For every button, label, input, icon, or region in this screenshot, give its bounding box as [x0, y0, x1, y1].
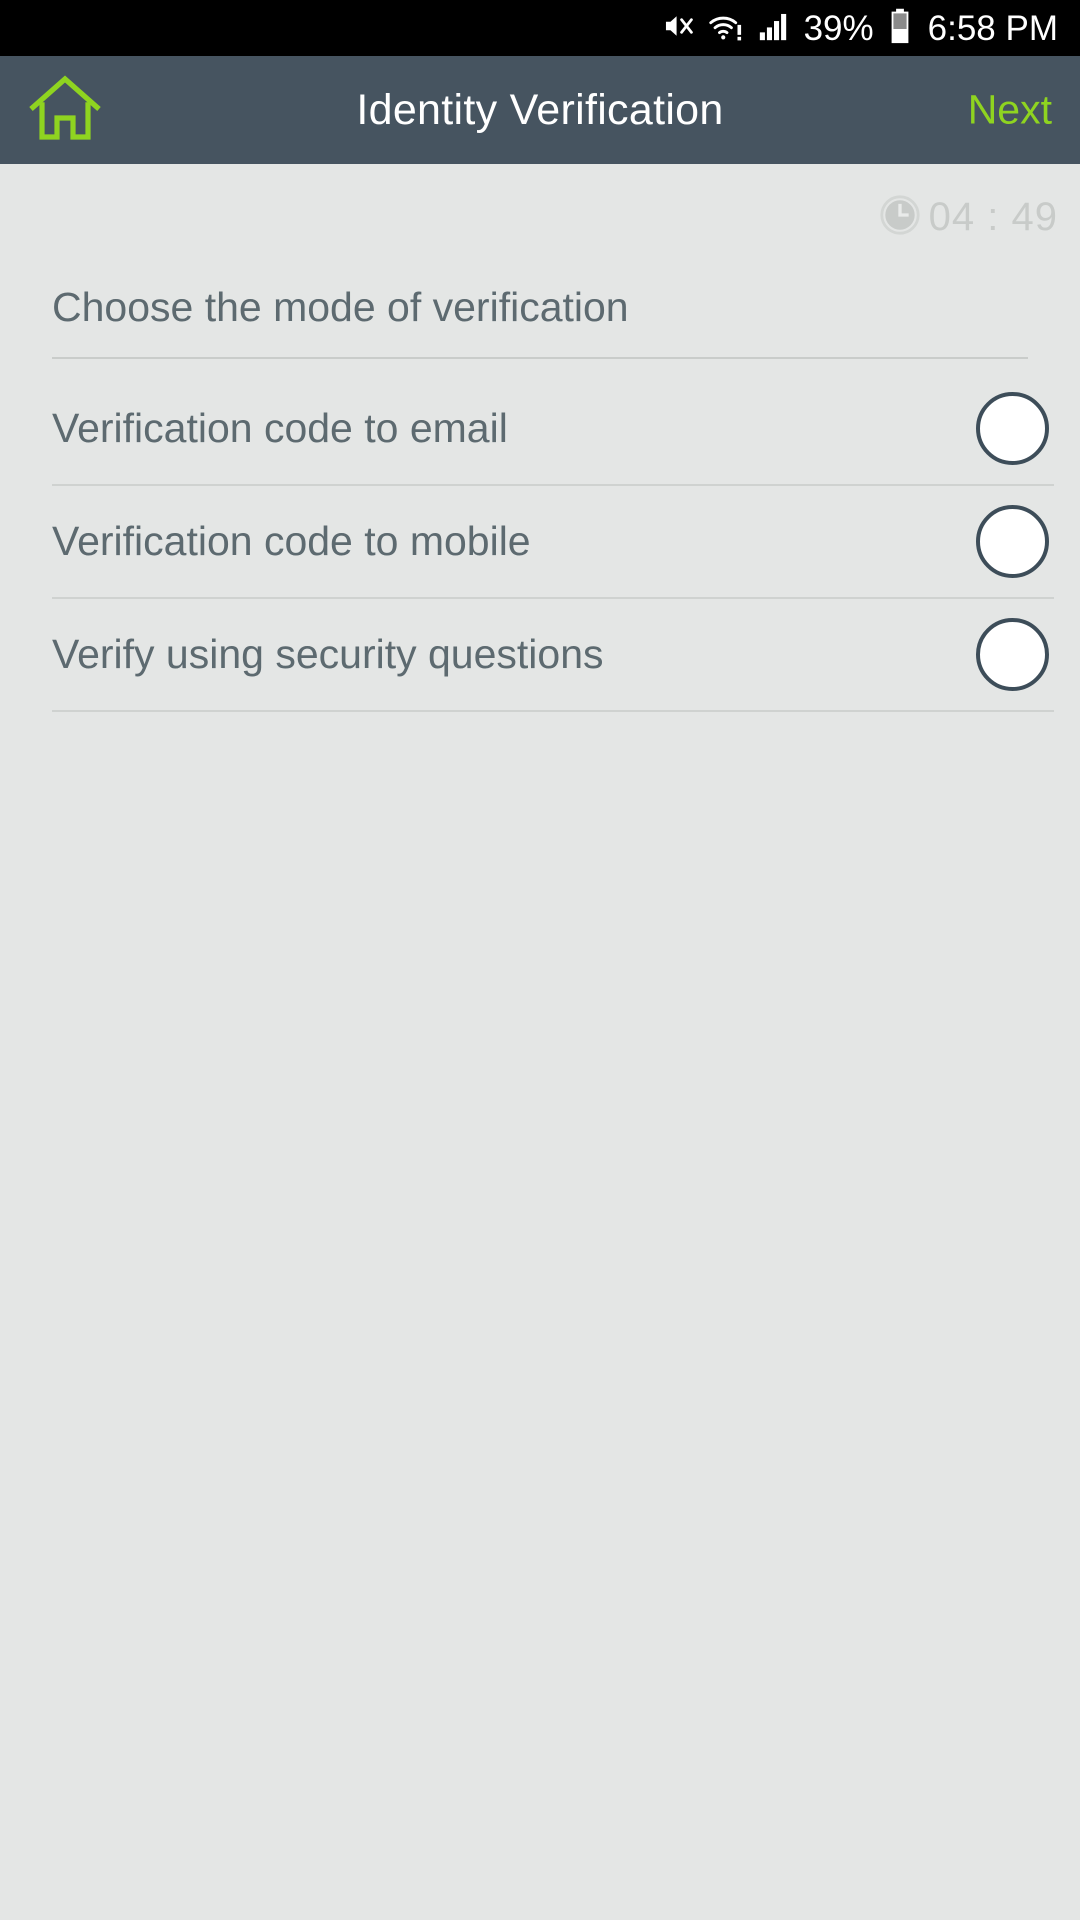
countdown-timer: 04 : 49: [0, 164, 1080, 239]
wifi-alert-icon: [708, 9, 744, 48]
signal-bars-icon: [757, 9, 791, 48]
option-row-mobile[interactable]: Verification code to mobile: [52, 486, 1054, 599]
option-label: Verification code to mobile: [52, 518, 531, 564]
app-header-bar: Identity Verification Next: [0, 56, 1080, 164]
option-row-security-questions[interactable]: Verify using security questions: [52, 599, 1054, 712]
main-content: 04 : 49 Choose the mode of verification …: [0, 164, 1080, 1920]
status-icon-cluster: 39% 6:58 PM: [661, 8, 1058, 49]
radio-button-mobile[interactable]: [976, 505, 1049, 578]
battery-icon: [889, 8, 911, 49]
section-header: Choose the mode of verification: [52, 284, 1028, 359]
battery-percent-label: 39%: [803, 8, 874, 48]
next-button[interactable]: Next: [968, 87, 1052, 134]
verification-options-list: Verification code to email Verification …: [0, 373, 1080, 712]
option-row-email[interactable]: Verification code to email: [52, 373, 1054, 486]
section-header-label: Choose the mode of verification: [52, 284, 629, 330]
option-label: Verification code to email: [52, 405, 508, 451]
mute-icon: [661, 9, 695, 48]
status-clock-label: 6:58 PM: [927, 8, 1058, 48]
radio-button-email[interactable]: [976, 392, 1049, 465]
page-title: Identity Verification: [356, 85, 724, 134]
option-label: Verify using security questions: [52, 631, 604, 677]
phone-screen: 39% 6:58 PM Identity Verification Next 0…: [0, 0, 1080, 1920]
radio-button-security-questions[interactable]: [976, 618, 1049, 691]
timer-value: 04 : 49: [928, 194, 1058, 239]
clock-icon: [879, 194, 921, 241]
status-bar: 39% 6:58 PM: [0, 0, 1080, 56]
